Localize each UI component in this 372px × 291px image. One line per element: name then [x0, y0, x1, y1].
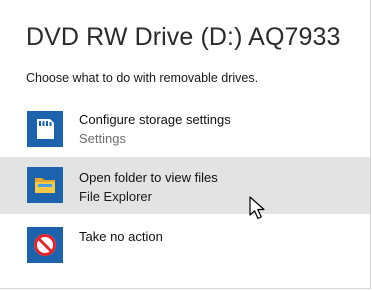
no-entry-icon: [27, 227, 63, 263]
option-label: Open folder to view files: [79, 170, 218, 185]
option-open-folder[interactable]: Open folder to view files File Explorer: [0, 157, 370, 214]
dialog-prompt: Choose what to do with removable drives.: [26, 71, 259, 85]
sd-card-icon: [27, 111, 63, 147]
option-sublabel: File Explorer: [79, 189, 152, 204]
option-sublabel: Settings: [79, 131, 126, 146]
mouse-cursor-icon: [249, 196, 265, 220]
option-take-no-action[interactable]: Take no action: [0, 218, 370, 272]
option-label: Take no action: [79, 229, 163, 244]
autoplay-dialog: DVD RW Drive (D:) AQ7933 Choose what to …: [0, 0, 371, 289]
dialog-title: DVD RW Drive (D:) AQ7933: [26, 23, 341, 51]
folder-icon: [27, 167, 63, 203]
option-configure-storage[interactable]: Configure storage settings Settings: [0, 102, 370, 156]
option-label: Configure storage settings: [79, 112, 231, 127]
